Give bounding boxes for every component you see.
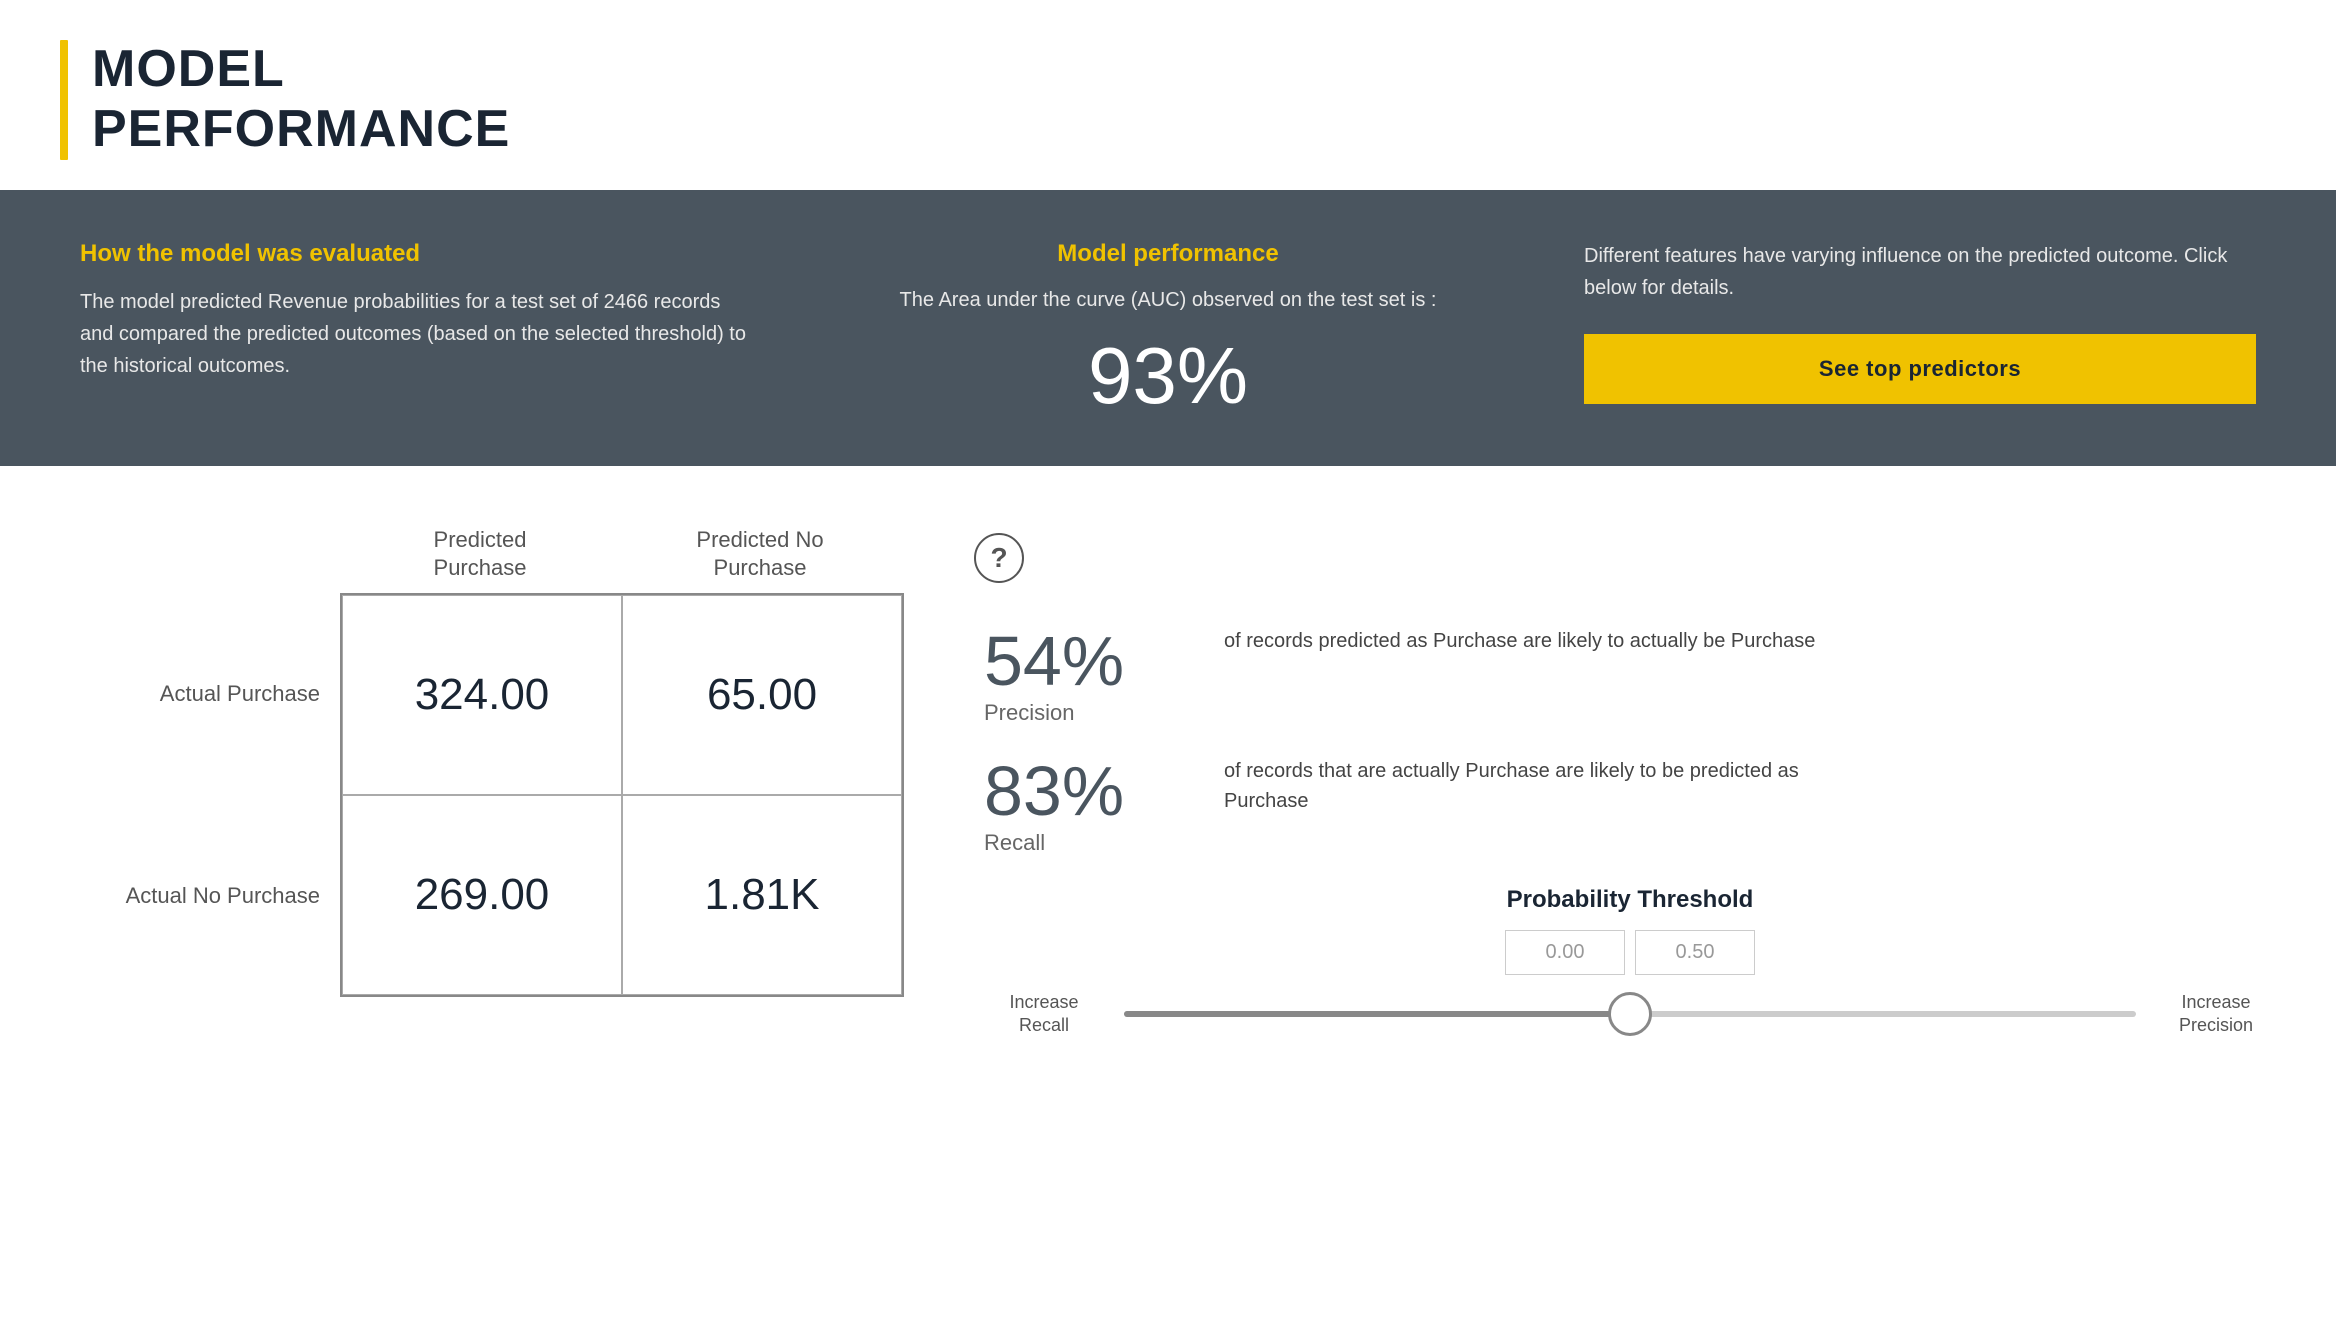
slider-row: IncreaseRecall IncreasePrecision bbox=[984, 991, 2276, 1038]
recall-block: 83% Recall bbox=[984, 756, 1164, 856]
matrix-cell-fp: 269.00 bbox=[342, 795, 622, 995]
slider-container[interactable] bbox=[1124, 994, 2136, 1034]
col-header-predicted-no-purchase: Predicted NoPurchase bbox=[620, 526, 900, 583]
row-label-actual-purchase: Actual Purchase bbox=[60, 594, 340, 794]
page-header: MODEL PERFORMANCE bbox=[0, 0, 2336, 190]
help-icon[interactable]: ? bbox=[974, 533, 1024, 583]
col-header-predicted-purchase: PredictedPurchase bbox=[340, 526, 620, 583]
recall-label: Recall bbox=[984, 830, 1164, 856]
page-title: MODEL PERFORMANCE bbox=[92, 40, 510, 160]
matrix-cell-fn: 65.00 bbox=[622, 595, 902, 795]
recall-description: of records that are actually Purchase ar… bbox=[1224, 756, 1824, 816]
banner-predictors-text: Different features have varying influenc… bbox=[1584, 240, 2256, 304]
banner-predictors-section: Different features have varying influenc… bbox=[1584, 240, 2256, 404]
slider-thumb[interactable] bbox=[1608, 992, 1652, 1036]
metrics-section: 54% Precision of records predicted as Pu… bbox=[984, 526, 2276, 1038]
matrix-grid: 324.00 65.00 269.00 1.81K bbox=[340, 593, 904, 997]
precision-label: Precision bbox=[984, 700, 1164, 726]
row-label-actual-no-purchase: Actual No Purchase bbox=[60, 796, 340, 996]
slider-right-label: IncreasePrecision bbox=[2156, 991, 2276, 1038]
precision-block: 54% Precision bbox=[984, 626, 1164, 726]
banner-auc-value: 93% bbox=[832, 336, 1504, 416]
threshold-right-input[interactable] bbox=[1635, 930, 1755, 975]
banner-auc-desc: The Area under the curve (AUC) observed … bbox=[832, 284, 1504, 316]
info-banner: How the model was evaluated The model pr… bbox=[0, 190, 2336, 466]
precision-value: 54% bbox=[984, 626, 1164, 696]
threshold-inputs bbox=[984, 930, 2276, 975]
confusion-matrix-section: PredictedPurchase Predicted NoPurchase ?… bbox=[60, 526, 904, 1038]
matrix-cell-tn: 1.81K bbox=[622, 795, 902, 995]
banner-evaluation-section: How the model was evaluated The model pr… bbox=[80, 240, 752, 382]
see-top-predictors-button[interactable]: See top predictors bbox=[1584, 334, 2256, 404]
precision-row: 54% Precision of records predicted as Pu… bbox=[984, 626, 2276, 726]
banner-performance-title: Model performance bbox=[832, 240, 1504, 268]
recall-row: 83% Recall of records that are actually … bbox=[984, 756, 2276, 856]
matrix-row-labels: Actual Purchase Actual No Purchase bbox=[60, 593, 340, 997]
banner-evaluation-title: How the model was evaluated bbox=[80, 240, 752, 268]
threshold-title: Probability Threshold bbox=[984, 886, 2276, 914]
matrix-cell-tp: 324.00 bbox=[342, 595, 622, 795]
slider-left-label: IncreaseRecall bbox=[984, 991, 1104, 1038]
recall-value: 83% bbox=[984, 756, 1164, 826]
matrix-col-headers: PredictedPurchase Predicted NoPurchase bbox=[340, 526, 904, 583]
header-accent-bar bbox=[60, 40, 68, 160]
banner-evaluation-text: The model predicted Revenue probabilitie… bbox=[80, 286, 752, 382]
slider-fill bbox=[1124, 1011, 1630, 1017]
banner-performance-section: Model performance The Area under the cur… bbox=[832, 240, 1504, 416]
slider-track bbox=[1124, 1011, 2136, 1017]
matrix-area: Actual Purchase Actual No Purchase 324.0… bbox=[60, 593, 904, 997]
threshold-left-input[interactable] bbox=[1505, 930, 1625, 975]
main-content: PredictedPurchase Predicted NoPurchase ?… bbox=[0, 506, 2336, 1058]
precision-description: of records predicted as Purchase are lik… bbox=[1224, 626, 1815, 656]
matrix-wrapper: ? Actual Purchase Actual No Purchase 324… bbox=[60, 593, 904, 997]
threshold-section: Probability Threshold IncreaseRecall Inc… bbox=[984, 886, 2276, 1038]
